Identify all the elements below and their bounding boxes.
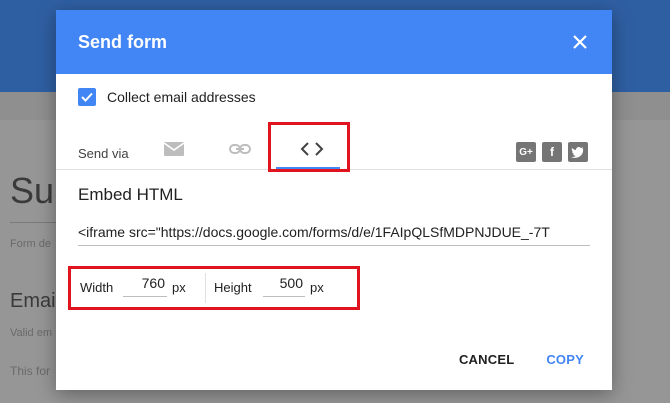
send-via-row: Send via G+ f <box>56 122 612 172</box>
facebook-icon[interactable]: f <box>542 142 562 162</box>
tab-link[interactable] <box>218 132 262 166</box>
send-form-dialog: Send form Collect email addresses Send v… <box>56 10 612 390</box>
cancel-button[interactable]: CANCEL <box>459 352 514 367</box>
copy-button[interactable]: COPY <box>546 352 584 367</box>
size-fields-highlight: Width 760 px Height 500 px <box>68 266 360 310</box>
height-label: Height <box>214 280 252 295</box>
link-icon <box>229 144 251 154</box>
google-plus-icon[interactable]: G+ <box>516 142 536 162</box>
collect-email-label: Collect email addresses <box>107 89 256 105</box>
embed-html-title: Embed HTML <box>78 185 183 204</box>
height-unit: px <box>310 280 324 295</box>
tab-email[interactable] <box>152 132 196 166</box>
background-valid-email-label: Valid em <box>10 327 52 339</box>
width-input[interactable]: 760 <box>123 275 167 297</box>
send-via-label: Send via <box>78 146 129 161</box>
width-unit: px <box>172 280 186 295</box>
dialog-footer: CANCEL COPY <box>459 352 584 367</box>
dialog-title: Send form <box>78 32 168 52</box>
background-divider <box>10 222 60 223</box>
height-input[interactable]: 500 <box>263 275 305 297</box>
collect-email-checkbox[interactable] <box>78 88 96 106</box>
collect-email-row: Collect email addresses <box>78 88 256 106</box>
twitter-icon[interactable] <box>568 142 588 162</box>
background-footer-text: This for <box>10 364 51 378</box>
share-icons: G+ f <box>516 142 588 162</box>
background-form-description: Form de <box>10 238 51 250</box>
envelope-icon <box>163 142 185 156</box>
background-email-heading: Email <box>10 290 61 312</box>
dialog-header: Send form <box>56 10 612 74</box>
highlight-box-embed-tab <box>268 122 350 172</box>
checkmark-icon <box>81 92 93 102</box>
size-divider <box>205 273 206 303</box>
width-label: Width <box>80 280 114 295</box>
close-icon <box>573 35 587 49</box>
close-button[interactable] <box>566 28 594 56</box>
embed-code-field[interactable]: <iframe src="https://docs.google.com/for… <box>78 224 590 246</box>
